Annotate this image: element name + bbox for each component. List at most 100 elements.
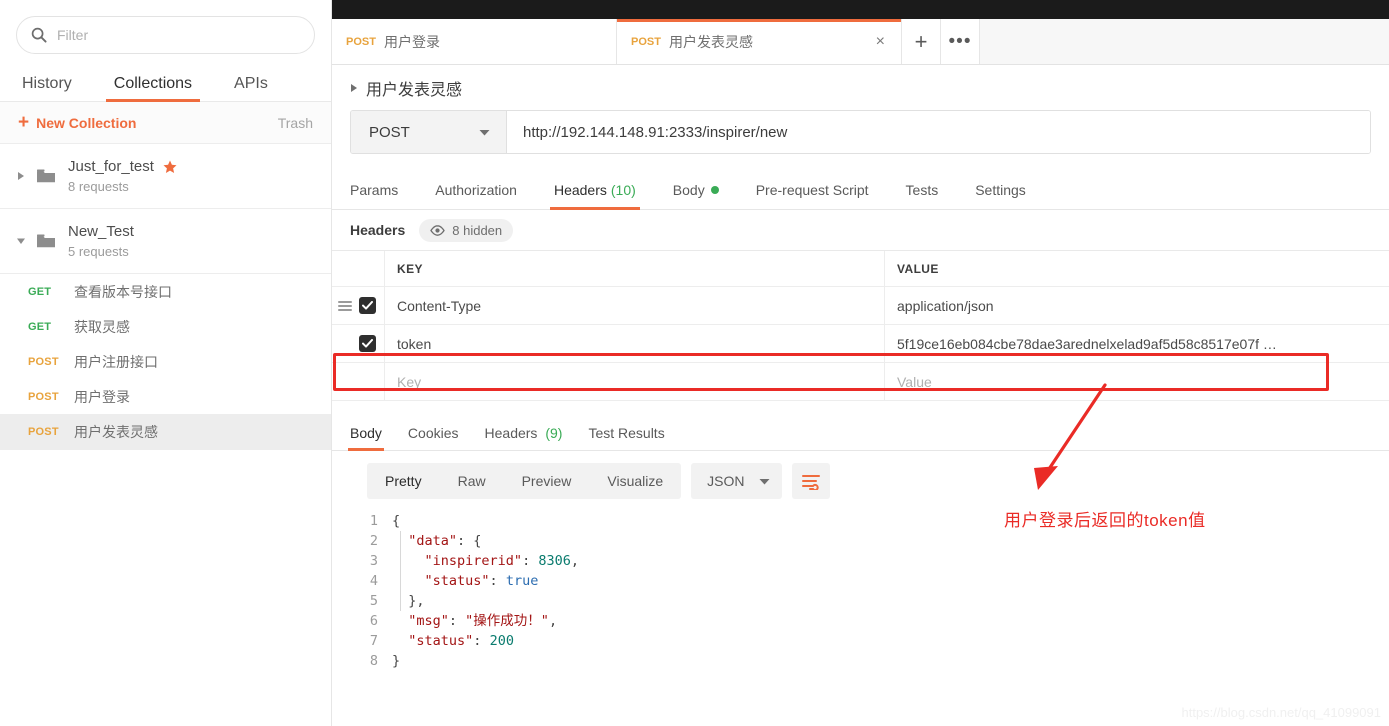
- filter-box[interactable]: [16, 16, 315, 54]
- indent-guide: [400, 531, 401, 611]
- response-body-viewer: 1 2 3 4 5 6 7 8 { "data": { "inspirerid": 8306,…: [332, 499, 1389, 671]
- view-mode-raw[interactable]: Raw: [440, 463, 504, 499]
- response-tab-headers-count: (9): [545, 425, 563, 441]
- sidebar-tab-history[interactable]: History: [14, 76, 80, 101]
- response-tab-cookies[interactable]: Cookies: [408, 425, 459, 450]
- collection-name: Just_for_test: [68, 158, 154, 175]
- table-row-token[interactable]: token 5f19ce16eb084cbe78dae3arednelxelad…: [332, 325, 1389, 363]
- list-item[interactable]: GET 获取灵感: [0, 309, 331, 344]
- more-options-icon[interactable]: •••: [941, 19, 980, 64]
- chevron-down-icon[interactable]: [14, 237, 28, 245]
- response-view-toolbar: Pretty Raw Preview Visualize JSON: [332, 451, 1389, 499]
- close-icon[interactable]: ×: [874, 33, 887, 50]
- headers-title: Headers: [350, 222, 406, 238]
- line-numbers: 1 2 3 4 5 6 7 8: [332, 511, 392, 671]
- url-input[interactable]: [507, 111, 1370, 153]
- column-header-key: KEY: [384, 251, 884, 286]
- request-tab-post-inspiration[interactable]: POST 用户发表灵感 ×: [617, 19, 902, 64]
- row-checkbox[interactable]: [359, 297, 376, 314]
- new-collection-button[interactable]: + New Collection: [18, 113, 136, 132]
- column-header-value: VALUE: [884, 251, 1389, 286]
- response-tab-test-results[interactable]: Test Results: [588, 425, 664, 450]
- collection-request-count: 5 requests: [68, 244, 129, 259]
- request-name: 查看版本号接口: [74, 283, 172, 300]
- tab-headers[interactable]: Headers (10): [549, 182, 640, 210]
- header-value-cell[interactable]: application/json: [884, 287, 1389, 324]
- view-mode-pretty[interactable]: Pretty: [367, 463, 440, 499]
- tab-authorization[interactable]: Authorization: [435, 182, 517, 209]
- response-tab-headers[interactable]: Headers (9): [485, 425, 563, 450]
- request-method: POST: [28, 390, 59, 403]
- folder-icon: [36, 233, 56, 249]
- collection-name: New_Test: [68, 223, 134, 240]
- response-tab-body[interactable]: Body: [348, 425, 384, 451]
- chevron-down-icon: [759, 472, 770, 490]
- list-item[interactable]: POST 用户登录: [0, 379, 331, 414]
- plus-icon: +: [18, 112, 30, 133]
- star-icon[interactable]: [163, 160, 177, 174]
- request-method: GET: [28, 320, 52, 333]
- list-item-selected[interactable]: POST 用户发表灵感: [0, 414, 331, 449]
- tab-title: 用户登录: [383, 33, 440, 50]
- code-line: }: [392, 653, 401, 669]
- title-bar: [332, 0, 1389, 19]
- request-method: GET: [28, 285, 52, 298]
- view-mode-group: Pretty Raw Preview Visualize: [367, 463, 682, 499]
- request-name: 用户注册接口: [74, 353, 158, 370]
- table-row[interactable]: Content-Type application/json: [332, 287, 1389, 325]
- collection-text: Just_for_test 8 requests: [68, 158, 177, 194]
- collection-item-new-test[interactable]: New_Test 5 requests: [0, 209, 331, 274]
- tab-method-label: POST: [346, 35, 376, 48]
- new-header-value-input[interactable]: Value: [884, 363, 1389, 400]
- sidebar: History Collections APIs + New Collectio…: [0, 0, 332, 726]
- row-controls: [332, 335, 384, 352]
- list-item[interactable]: POST 用户注册接口: [0, 344, 331, 379]
- tab-pre-request-script[interactable]: Pre-request Script: [756, 182, 869, 209]
- code-line: "status": 200: [408, 633, 514, 649]
- view-mode-visualize[interactable]: Visualize: [589, 463, 681, 499]
- tab-body[interactable]: Body: [673, 182, 719, 209]
- row-controls: [332, 297, 384, 314]
- eye-icon: [430, 224, 446, 236]
- format-selector[interactable]: JSON: [691, 463, 782, 499]
- collection-item-just-for-test[interactable]: Just_for_test 8 requests: [0, 144, 331, 209]
- request-name: 用户发表灵感: [74, 423, 158, 440]
- table-row-new[interactable]: Key Value: [332, 363, 1389, 401]
- header-value-cell[interactable]: 5f19ce16eb084cbe78dae3arednelxelad9af5d5…: [884, 325, 1389, 362]
- chevron-down-icon: [479, 123, 490, 141]
- search-icon: [31, 27, 47, 43]
- new-tab-button[interactable]: +: [902, 19, 941, 64]
- wrap-lines-icon[interactable]: [791, 463, 830, 499]
- header-key-cell[interactable]: Content-Type: [384, 287, 884, 324]
- tab-params[interactable]: Params: [350, 182, 398, 209]
- header-key-cell[interactable]: token: [384, 325, 884, 362]
- method-selector[interactable]: POST: [351, 111, 507, 153]
- tab-settings[interactable]: Settings: [975, 182, 1026, 209]
- filter-container: [0, 0, 331, 62]
- json-body[interactable]: { "data": { "inspirerid": 8306, "status"…: [392, 511, 1389, 671]
- hidden-headers-toggle[interactable]: 8 hidden: [419, 218, 514, 242]
- row-checkbox[interactable]: [359, 335, 376, 352]
- tab-method-label: POST: [631, 35, 661, 48]
- request-name: 获取灵感: [74, 318, 130, 335]
- response-tab-headers-label: Headers: [484, 425, 538, 441]
- sidebar-tab-collections[interactable]: Collections: [105, 76, 201, 102]
- sidebar-tab-apis[interactable]: APIs: [226, 76, 276, 101]
- main-panel: POST 用户登录 POST 用户发表灵感 × + ••• 用户发表灵感 POS…: [332, 0, 1389, 726]
- chevron-right-icon[interactable]: [14, 171, 28, 181]
- tab-tests[interactable]: Tests: [906, 182, 939, 209]
- trash-button[interactable]: Trash: [278, 115, 313, 131]
- tab-body-label: Body: [672, 182, 705, 198]
- chevron-right-icon[interactable]: [350, 83, 358, 93]
- page-title: 用户发表灵感: [366, 81, 463, 99]
- code-line: "inspirerid": 8306,: [424, 553, 579, 569]
- sidebar-nav-tabs: History Collections APIs: [0, 62, 331, 102]
- token-value-text: 5f19ce16eb084cbe78dae3arednelxelad9af5d5…: [897, 335, 1277, 352]
- new-header-key-input[interactable]: Key: [384, 363, 884, 400]
- search-input[interactable]: [57, 27, 300, 43]
- view-mode-preview[interactable]: Preview: [504, 463, 590, 499]
- list-item[interactable]: GET 查看版本号接口: [0, 274, 331, 309]
- request-tab-user-login[interactable]: POST 用户登录: [332, 19, 617, 64]
- hidden-headers-label: 8 hidden: [452, 222, 503, 238]
- drag-handle-icon[interactable]: [338, 300, 352, 311]
